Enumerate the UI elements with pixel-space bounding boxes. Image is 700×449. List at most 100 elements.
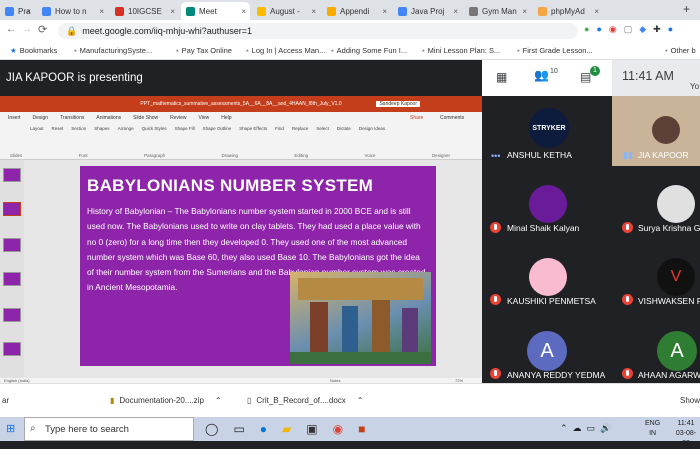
ppt-ribbon-button[interactable]: Layout	[30, 126, 44, 150]
edge-icon[interactable]: ●	[260, 422, 267, 436]
slide-thumbnail[interactable]	[3, 202, 21, 216]
browser-tab[interactable]: Java Proj ×	[393, 2, 462, 20]
close-tab-icon[interactable]: ×	[170, 7, 175, 16]
close-tab-icon[interactable]: ×	[241, 7, 246, 16]
chrome-icon[interactable]: ◉	[333, 422, 343, 436]
ppt-ribbon-button[interactable]: Shape Outline	[203, 126, 232, 150]
language-indicator[interactable]: ENG IN	[645, 419, 660, 439]
ppt-ribbon-button[interactable]: Shape Fill	[175, 126, 195, 150]
ppt-ribbon-button[interactable]: Shapes	[94, 126, 109, 150]
avatar	[529, 258, 567, 296]
extension-icon[interactable]: ●	[584, 24, 589, 35]
slide-thumbnail[interactable]	[3, 308, 21, 322]
volume-icon[interactable]: 🔊	[600, 423, 611, 434]
browser-tab[interactable]: August - ×	[252, 2, 320, 20]
store-icon[interactable]: ▣	[306, 422, 317, 436]
ppt-ribbon-button[interactable]: Select	[316, 126, 329, 150]
slide-thumbnail[interactable]	[3, 168, 21, 182]
reload-icon[interactable]: ⟳	[38, 23, 47, 36]
file-explorer-icon[interactable]: ▰	[282, 422, 291, 436]
address-bar[interactable]: 🔒 meet.google.com/iiq-mhju-whi?authuser=…	[58, 23, 578, 39]
browser-tab[interactable]: Pra ×	[0, 2, 35, 20]
close-tab-icon[interactable]: ×	[311, 7, 316, 16]
extension-icon[interactable]: ◉	[609, 24, 617, 35]
taskbar-clock[interactable]: 11:41 03-08-20	[672, 419, 700, 449]
tab-title: phpMyAd	[551, 6, 585, 16]
slide-thumbnail[interactable]	[3, 272, 21, 286]
browser-tab[interactable]: Meet ×	[181, 2, 250, 20]
ppt-ribbon-tab[interactable]: Help	[221, 115, 231, 121]
onedrive-icon[interactable]: ☁	[573, 423, 582, 434]
browser-tab[interactable]: Appendi ×	[322, 2, 391, 20]
participant-name: KAUSHIKI PENMETSA	[507, 296, 596, 306]
browser-tab[interactable]: How to n ×	[37, 2, 108, 20]
ppt-ribbon-tab[interactable]: Animations	[96, 115, 121, 121]
bookmark-item[interactable]: ▪ Adding Some Fun I...	[331, 46, 407, 55]
participant-name: AHAAN AGARWA	[638, 370, 700, 380]
back-icon[interactable]: ←	[6, 24, 16, 35]
extension-icon[interactable]: ◆	[639, 24, 646, 35]
close-tab-icon[interactable]: ×	[26, 7, 31, 16]
puzzle-icon[interactable]: ✚	[653, 24, 661, 35]
ppt-ribbon-tab[interactable]: View	[199, 115, 210, 121]
chevron-up-icon[interactable]: ⌃	[560, 423, 568, 434]
ppt-ribbon-button[interactable]: Shape Effects	[239, 126, 267, 150]
close-tab-icon[interactable]: ×	[453, 7, 458, 16]
ppt-ribbon-tab[interactable]: Transitions	[60, 115, 84, 121]
bookmark-icon: ▪	[665, 46, 668, 55]
layout-icon[interactable]: ▦	[496, 70, 507, 84]
ppt-ribbon-button[interactable]: Replace	[292, 126, 309, 150]
slide-thumbnail[interactable]	[3, 342, 21, 356]
bookmark-item[interactable]: ▪ Log In | Access Man...	[246, 46, 325, 55]
ppt-ribbon-button[interactable]: Design Ideas	[359, 126, 385, 150]
download-item[interactable]: ▯ Crit_B_Record_of....docx ⌃	[247, 396, 363, 405]
download-item[interactable]: ar	[2, 396, 9, 405]
ppt-ribbon-button[interactable]: Find	[275, 126, 284, 150]
ppt-ribbon-button[interactable]: Dictate	[337, 126, 351, 150]
ppt-ribbon-button[interactable]: Section	[71, 126, 86, 150]
ppt-ribbon-tab[interactable]: Review	[170, 115, 186, 121]
bookmark-item[interactable]: ▪ First Grade Lesson...	[517, 46, 593, 55]
task-view-icon[interactable]: ◯	[205, 422, 218, 436]
people-icon[interactable]: 👥	[534, 68, 549, 82]
bookmark-icon: ▪	[422, 46, 425, 55]
close-tab-icon[interactable]: ×	[522, 7, 527, 16]
close-tab-icon[interactable]: ×	[382, 7, 387, 16]
bookmark-item[interactable]: ▪ Mini Lesson Plan: S...	[422, 46, 500, 55]
bookmark-item[interactable]: ▪ Pay Tax Online	[176, 46, 232, 55]
ppt-ribbon-tab[interactable]: Insert	[8, 115, 21, 121]
tab-favicon-icon	[115, 6, 124, 16]
download-item[interactable]: ▮ Documentation-20....zip ⌃	[110, 396, 222, 405]
windows-start-icon[interactable]: ⊞	[6, 422, 15, 435]
close-tab-icon[interactable]: ×	[594, 7, 599, 16]
forward-icon[interactable]: →	[22, 24, 32, 35]
close-tab-icon[interactable]: ×	[99, 7, 104, 16]
extension-icon[interactable]: ▢	[624, 24, 633, 35]
bookmark-label: Adding Some Fun I...	[336, 46, 408, 55]
ppt-ribbon-tab[interactable]: Design	[33, 115, 49, 121]
bookmark-item[interactable]: ★ Bookmarks	[10, 46, 57, 55]
taskbar-search[interactable]: ⌕ Type here to search	[24, 417, 194, 441]
extension-icon[interactable]: ●	[596, 24, 601, 35]
bookmark-item[interactable]: ▪ ManufacturingSyste...	[74, 46, 152, 55]
ppt-ribbon-button[interactable]: Arrange	[118, 126, 134, 150]
show-all-downloads[interactable]: Show	[680, 396, 700, 405]
ppt-ribbon-group-label: Paragraph	[144, 153, 166, 158]
ppt-ribbon-button[interactable]: Reset	[52, 126, 64, 150]
task-view-icon[interactable]: ▭	[233, 422, 244, 436]
ppt-ribbon-tab[interactable]: Slide Show	[133, 115, 158, 121]
browser-tab[interactable]: phpMyAd ×	[533, 2, 603, 20]
ppt-comments-button[interactable]: Comments	[440, 115, 464, 121]
bookmark-item[interactable]: ▪ Other b	[665, 46, 696, 55]
new-tab-button[interactable]: +	[683, 2, 690, 16]
ppt-share-button[interactable]: Share	[410, 115, 423, 121]
powerpoint-icon[interactable]: ■	[358, 422, 365, 436]
profile-icon[interactable]: ●	[668, 24, 673, 35]
network-icon[interactable]: ▭	[587, 423, 596, 434]
slide-thumbnail[interactable]	[3, 238, 21, 252]
browser-tab[interactable]: Gym Man ×	[464, 2, 531, 20]
ppt-ribbon-button[interactable]: Quick Styles	[142, 126, 167, 150]
doc-file-icon: ▯	[247, 396, 252, 405]
chevron-up-icon: ⌃	[356, 396, 364, 405]
browser-tab[interactable]: 10IGCSE ×	[110, 2, 179, 20]
